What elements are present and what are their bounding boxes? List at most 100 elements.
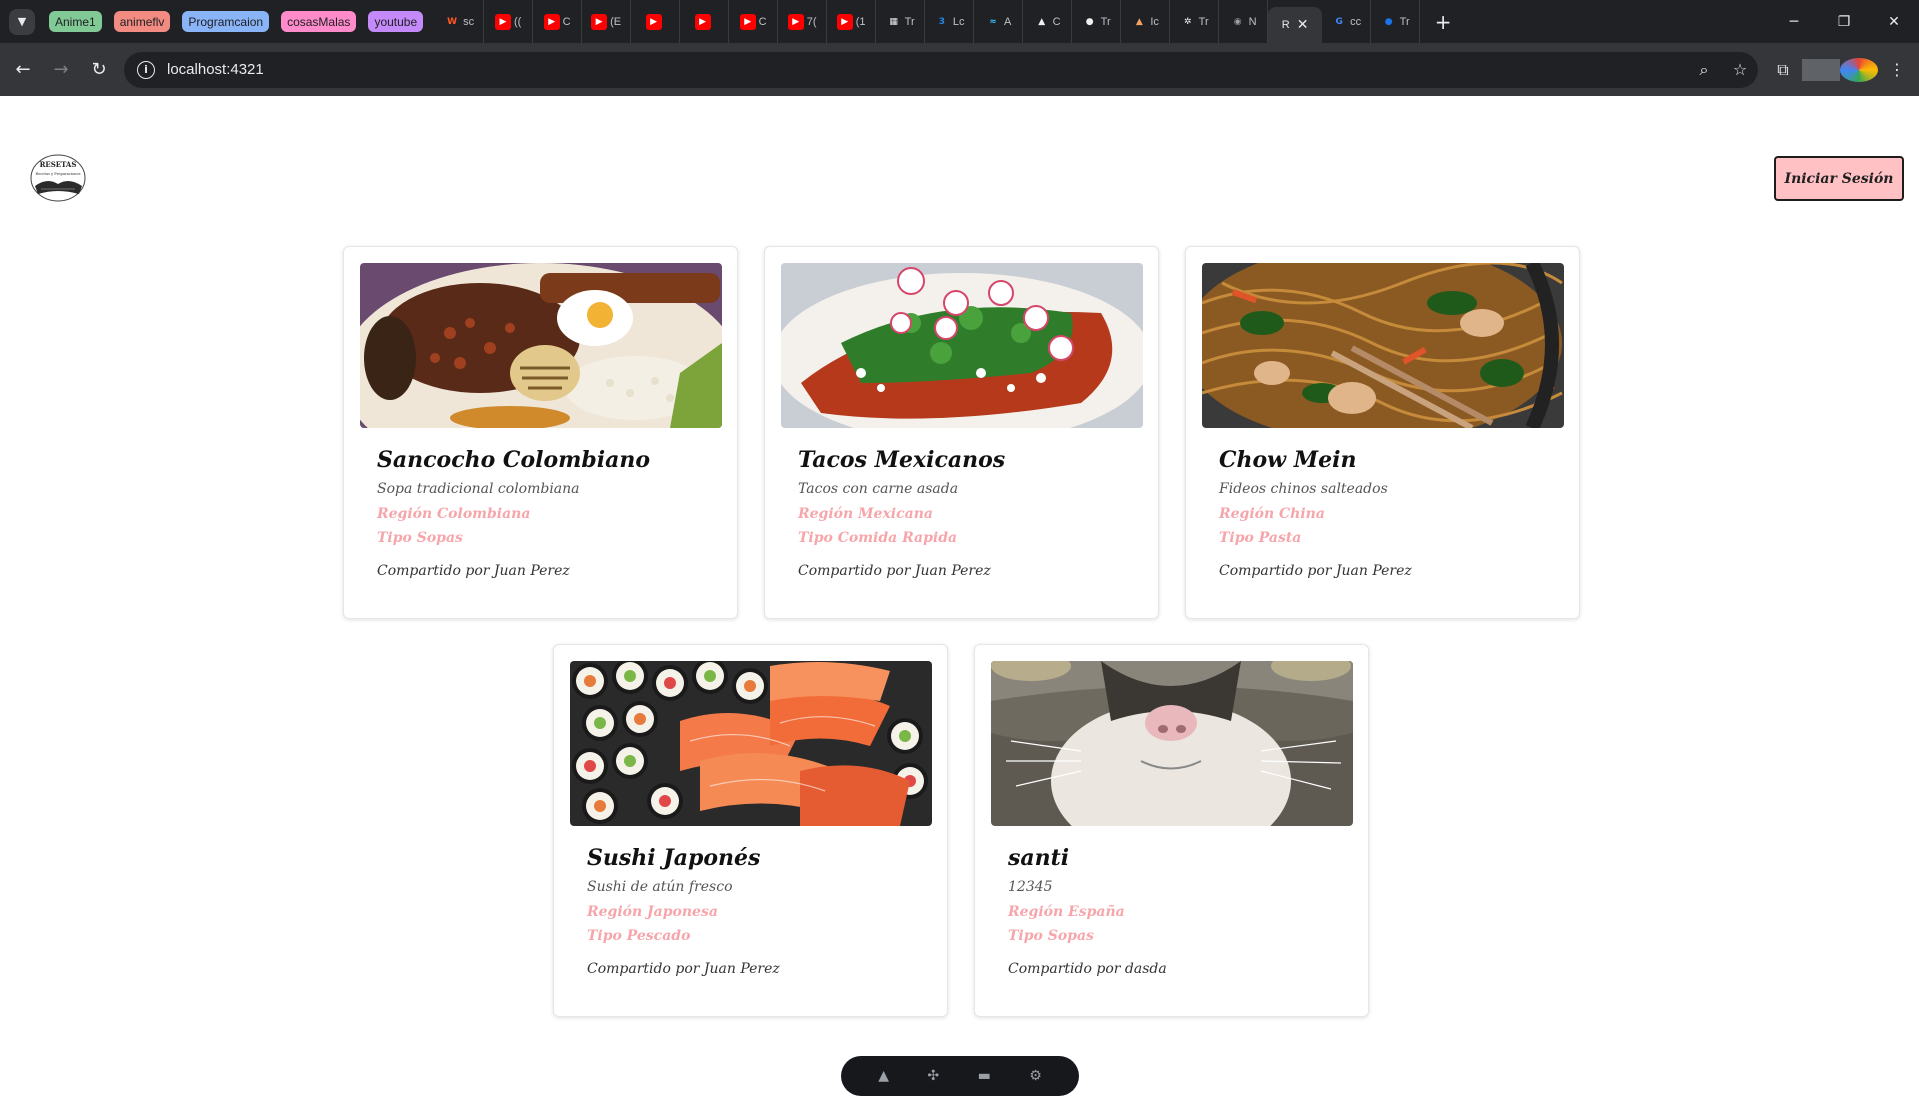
recipe-description: Sopa tradicional colombiana — [377, 481, 580, 497]
tab-group-chip[interactable]: animeflv — [113, 11, 171, 32]
recipe-title[interactable]: Tacos Mexicanos — [798, 447, 1005, 473]
recipe-card[interactable]: santi 12345 Región España Tipo Sopas Com… — [974, 644, 1369, 1017]
tab-group-chip[interactable]: youtube — [368, 11, 424, 32]
tab-title: A — [1003, 15, 1012, 28]
close-tab-icon[interactable]: ✕ — [1297, 17, 1309, 33]
recipe-author: Compartido por dasda — [1008, 961, 1167, 977]
tab-group-chip[interactable]: Programcaion — [182, 11, 270, 32]
active-tab[interactable]: R ✕ — [1268, 7, 1323, 43]
menu-kebab-icon[interactable]: ⋮ — [1878, 60, 1916, 79]
dev-toolbar-inspect-icon[interactable]: ✣ — [927, 1068, 939, 1084]
bank-icon: ▲ — [1135, 16, 1143, 27]
tab-title: N — [1248, 15, 1257, 28]
tab-title: Tr — [1100, 15, 1111, 28]
recipe-card[interactable]: Sushi Japonés Sushi de atún fresco Regió… — [553, 644, 948, 1017]
youtube-icon: ▶ — [543, 13, 560, 30]
tab-group-chip[interactable]: Anime1 — [49, 11, 102, 32]
tab-title: Lc — [952, 15, 965, 28]
recipe-card[interactable]: Tacos Mexicanos Tacos con carne asada Re… — [764, 246, 1159, 619]
youtube-icon: ▶ — [787, 13, 804, 30]
dev-toolbar-settings-icon[interactable]: ⚙ — [1029, 1068, 1042, 1084]
browser-tab[interactable]: ◉ N — [1219, 0, 1269, 43]
tab-title: 7( — [806, 15, 817, 28]
recipe-card[interactable]: Chow Mein Fideos chinos salteados Región… — [1185, 246, 1580, 619]
tab-title: C — [1052, 15, 1061, 28]
login-button[interactable]: Iniciar Sesión — [1774, 156, 1904, 201]
recipe-title[interactable]: Sushi Japonés — [587, 845, 760, 871]
github-icon: ● — [1085, 16, 1094, 27]
window-close-icon[interactable]: ✕ — [1869, 0, 1919, 43]
omnibox[interactable]: i localhost:4321 ⌕ ☆ — [124, 51, 1758, 88]
browser-tab[interactable]: ▶(( — [484, 0, 534, 43]
reload-button[interactable]: ↻ — [84, 55, 114, 85]
recipe-image-enchiladas — [781, 263, 1143, 428]
recipe-type: Tipo Pasta — [1219, 530, 1302, 546]
youtube-icon: ▶ — [739, 13, 756, 30]
browser-tab[interactable]: 3 Lc — [925, 0, 975, 43]
minimize-icon[interactable]: ─ — [1769, 0, 1819, 43]
zoom-icon[interactable]: ⌕ — [1686, 60, 1722, 80]
recipe-author: Compartido por Juan Perez — [798, 563, 991, 579]
tab-title: Tr — [904, 15, 915, 28]
tab-title: Ic — [1150, 15, 1159, 28]
browser-tab[interactable]: ≈ A — [974, 0, 1024, 43]
browser-tab[interactable]: ▶ (E — [582, 0, 632, 43]
browser-tab[interactable]: ▲ Ic — [1121, 0, 1171, 43]
toolbar-separator — [1802, 58, 1840, 81]
recipe-description: Sushi de atún fresco — [587, 879, 733, 895]
active-tab-title: R — [1281, 19, 1290, 31]
dev-toolbar-audit-icon[interactable]: ▬ — [978, 1068, 991, 1084]
site-logo[interactable]: RESETAS Recetas y Preparaciones — [29, 153, 88, 203]
tab-group-chip[interactable]: cosasMalas — [281, 11, 357, 32]
browser-tab[interactable]: ▦ Tr — [876, 0, 926, 43]
browser-tab[interactable]: Gcc — [1322, 0, 1372, 43]
youtube-icon: ▶ — [836, 13, 853, 30]
recipe-title[interactable]: Sancocho Colombiano — [377, 447, 650, 473]
youtube-icon: ▶ — [494, 13, 511, 30]
browser-tab[interactable]: ▶ — [680, 0, 730, 43]
profile-avatar[interactable] — [1840, 57, 1878, 82]
recipe-description: Tacos con carne asada — [798, 481, 959, 497]
restore-icon[interactable]: ❐ — [1819, 0, 1869, 43]
new-tab-button[interactable]: + — [1428, 10, 1458, 34]
tab-groups: Anime1 animeflv Programcaion cosasMalas yout… — [49, 11, 424, 32]
browser-tab[interactable]: ▶ — [631, 0, 681, 43]
browser-tab[interactable]: ▶ C — [729, 0, 779, 43]
tab-title: C — [758, 15, 767, 28]
browser-tab[interactable]: Wsc — [435, 0, 485, 43]
globe-icon: ◉ — [1233, 16, 1242, 27]
bookmark-star-icon[interactable]: ☆ — [1722, 60, 1758, 79]
browser-tab[interactable]: ✲ Tr — [1170, 0, 1220, 43]
recipe-title[interactable]: Chow Mein — [1219, 447, 1356, 473]
tab-title: C — [562, 15, 571, 28]
tab-search-chevron-icon[interactable]: ▼ — [9, 8, 35, 35]
browser-tab[interactable]: ▶ 7( — [778, 0, 828, 43]
browser-tab[interactable]: ▶ C — [533, 0, 583, 43]
recipe-title[interactable]: santi — [1008, 845, 1069, 871]
browser-tab-bar: ▼ Anime1 animeflv Programcaion cosasMalas yo… — [0, 0, 1919, 43]
youtube-icon: ▶ — [645, 13, 662, 30]
app-icon: ● — [1384, 16, 1393, 27]
back-button[interactable]: ← — [8, 55, 38, 85]
tabs-strip: Wsc ▶((▶ C ▶ (E ▶ ▶ ▶ C ▶ 7(▶ (1 ▦ Tr 3 Lc ≈ A ▲ C ● Tr ▲ Ic ✲ Tr… — [435, 0, 1269, 43]
window-controls: ─ ❐ ✕ — [1769, 0, 1919, 43]
browser-tab[interactable]: ● Tr — [1072, 0, 1122, 43]
browser-tab[interactable]: ▲ C — [1023, 0, 1073, 43]
recipe-type: Tipo Sopas — [377, 530, 463, 546]
browser-tab[interactable]: ● Tr — [1371, 0, 1421, 43]
google-icon: G — [1335, 16, 1343, 27]
doc-icon: ▦ — [889, 16, 898, 27]
recipe-image-noodles — [1202, 263, 1564, 428]
extensions-icon[interactable]: ⧉ — [1764, 60, 1802, 80]
forward-button[interactable]: → — [46, 55, 76, 85]
recipe-author: Compartido por Juan Perez — [587, 961, 780, 977]
dev-toolbar-astro-icon[interactable]: ▲ — [878, 1068, 889, 1084]
browser-tab[interactable]: ▶ (1 — [827, 0, 877, 43]
tab-title: Tr — [1399, 15, 1410, 28]
url-text[interactable]: localhost:4321 — [167, 61, 1686, 78]
recipe-author: Compartido por Juan Perez — [1219, 563, 1412, 579]
recipe-description: 12345 — [1008, 879, 1053, 895]
recipe-card[interactable]: Sancocho Colombiano Sopa tradicional col… — [343, 246, 738, 619]
tab-title: (1 — [855, 15, 866, 28]
site-info-icon[interactable]: i — [137, 60, 155, 79]
